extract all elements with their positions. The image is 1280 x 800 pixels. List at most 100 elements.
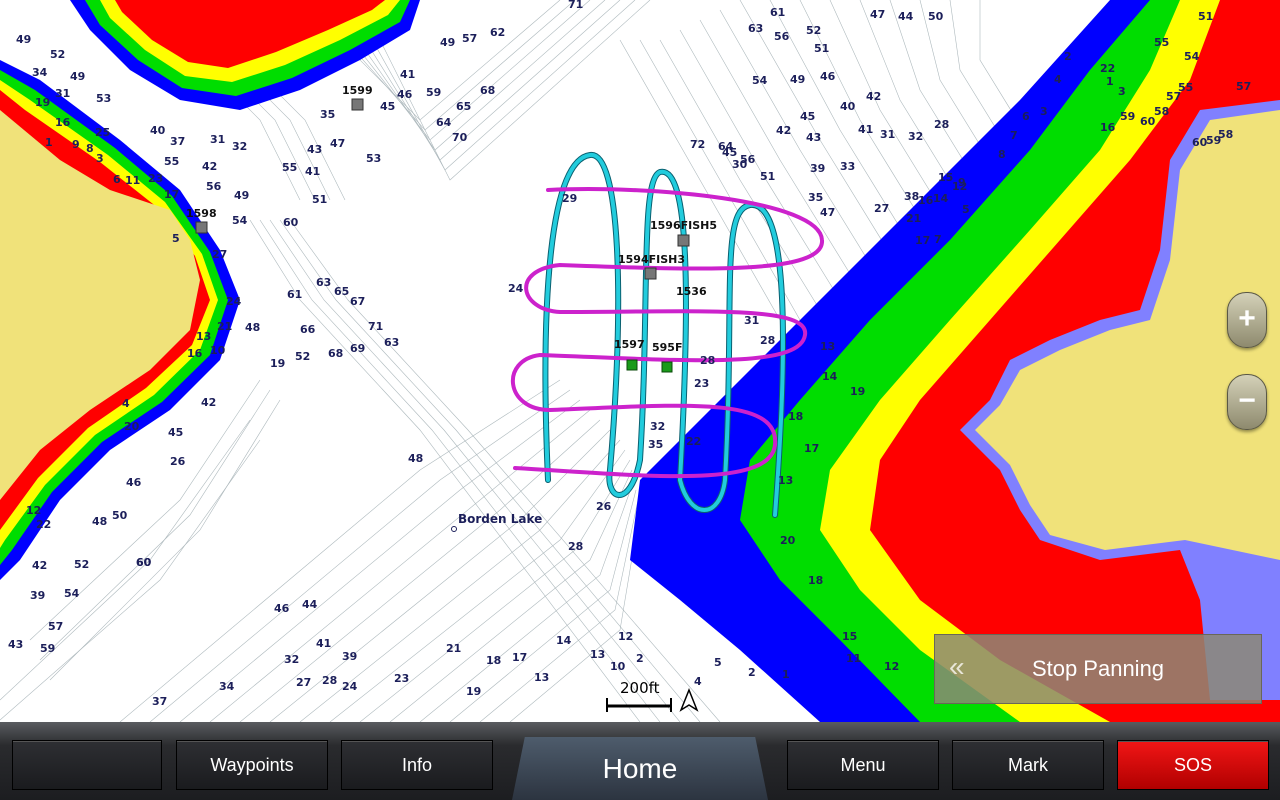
depth-sounding: 23	[148, 172, 163, 185]
depth-sounding: 34	[219, 680, 235, 693]
depth-sounding: 47	[330, 137, 345, 150]
waypoint-marker-1594fish3[interactable]	[644, 267, 657, 280]
depth-sounding: 9	[958, 176, 966, 189]
depth-sounding: 60	[136, 556, 152, 569]
depth-sounding: 11	[125, 174, 140, 187]
depth-sounding: 26	[170, 455, 186, 468]
mark-button[interactable]: Mark	[952, 740, 1104, 790]
depth-sounding: 64	[436, 116, 452, 129]
depth-sounding: 70	[452, 131, 468, 144]
depth-sounding: 59	[40, 642, 55, 655]
depth-sounding: 51	[312, 193, 327, 206]
blank-soft-key[interactable]	[12, 740, 162, 790]
waypoint-label: 1596FISH5	[650, 219, 717, 232]
depth-sounding: 19	[270, 357, 285, 370]
depth-sounding: 35	[320, 108, 335, 121]
depth-sounding: 39	[810, 162, 825, 175]
waypoint-marker-1598[interactable]	[195, 221, 208, 234]
depth-sounding: 56	[206, 180, 222, 193]
depth-sounding: 55	[282, 161, 297, 174]
depth-sounding: 5	[714, 656, 722, 669]
zoom-in-button[interactable]: +	[1227, 292, 1267, 348]
waypoint-marker-595f[interactable]	[661, 361, 673, 373]
sos-label: SOS	[1173, 754, 1212, 775]
depth-sounding: 72	[690, 138, 705, 151]
home-button[interactable]: Home	[512, 737, 768, 800]
depth-sounding: 12	[26, 504, 41, 517]
depth-sounding: 41	[316, 637, 331, 650]
depth-sounding: 42	[776, 124, 791, 137]
waypoint-marker-1596fish5[interactable]	[677, 234, 690, 247]
depth-sounding: 9	[72, 138, 80, 151]
depth-sounding: 32	[284, 653, 299, 666]
chart-canvas[interactable]: 1599 1598 1596FISH5 1594FISH3 1536 1597 …	[0, 0, 1280, 722]
waypoint-label: 595F	[652, 341, 682, 354]
sos-button[interactable]: SOS	[1117, 740, 1269, 790]
depth-sounding: 40	[150, 124, 166, 137]
waypoint-label: 1598	[186, 207, 217, 220]
depth-sounding: 31	[210, 133, 225, 146]
scale-bar: 200ft	[606, 679, 672, 712]
waypoints-button[interactable]: Waypoints	[176, 740, 328, 790]
menu-button[interactable]: Menu	[787, 740, 939, 790]
depth-sounding: 16	[55, 116, 71, 129]
info-button[interactable]: Info	[341, 740, 493, 790]
depth-sounding: 41	[400, 68, 415, 81]
depth-sounding: 46	[126, 476, 142, 489]
depth-sounding: 24	[342, 680, 358, 693]
depth-sounding: 57	[462, 32, 477, 45]
depth-sounding: 61	[770, 6, 785, 19]
depth-sounding: 15	[842, 630, 857, 643]
depth-sounding: 17	[915, 234, 930, 247]
depth-sounding: 59	[1120, 110, 1135, 123]
depth-sounding: 50	[928, 10, 944, 23]
place-marker	[451, 526, 457, 532]
depth-sounding: 58	[1218, 128, 1233, 141]
depth-sounding: 37	[152, 695, 167, 708]
depth-sounding: 54	[232, 214, 248, 227]
waypoint-label: 1536	[676, 285, 707, 298]
depth-sounding: 14	[556, 634, 572, 647]
depth-sounding: 49	[70, 70, 85, 83]
depth-sounding: 23	[694, 377, 709, 390]
depth-sounding: 55	[1178, 81, 1193, 94]
depth-sounding: 6	[113, 173, 121, 186]
zoom-out-button[interactable]: −	[1227, 374, 1267, 430]
chart-map[interactable]: 1599 1598 1596FISH5 1594FISH3 1536 1597 …	[0, 0, 1280, 722]
waypoint-marker-1597[interactable]	[626, 359, 638, 371]
depth-sounding: 39	[30, 589, 45, 602]
waypoint-marker-1599[interactable]	[351, 98, 364, 111]
mark-label: Mark	[1008, 754, 1048, 775]
depth-sounding: 8	[998, 148, 1006, 161]
depth-sounding: 42	[866, 90, 881, 103]
depth-sounding: 52	[50, 48, 65, 61]
depth-sounding: 8	[86, 142, 94, 155]
depth-sounding: 19	[35, 96, 50, 109]
depth-sounding: 26	[596, 500, 612, 513]
depth-sounding: 50	[112, 509, 128, 522]
depth-sounding: 29	[562, 192, 577, 205]
stop-panning-label: Stop Panning	[1031, 656, 1165, 681]
depth-sounding: 46	[274, 602, 290, 615]
depth-sounding: 18	[486, 654, 501, 667]
depth-sounding: 43	[806, 131, 821, 144]
depth-sounding: 63	[748, 22, 763, 35]
depth-sounding: 71	[568, 0, 583, 11]
depth-sounding: 11	[846, 652, 861, 665]
depth-sounding: 53	[366, 152, 381, 165]
depth-sounding: 20	[124, 420, 140, 433]
depth-sounding: 41	[305, 165, 320, 178]
depth-sounding: 16	[187, 347, 203, 360]
depth-sounding: 7	[934, 233, 942, 246]
depth-sounding: 20	[780, 534, 796, 547]
depth-sounding: 69	[350, 342, 365, 355]
depth-sounding: 13	[778, 474, 793, 487]
depth-sounding: 48	[245, 321, 260, 334]
depth-sounding: 54	[1184, 50, 1200, 63]
depth-sounding: 45	[800, 110, 815, 123]
depth-sounding: 63	[316, 276, 331, 289]
depth-sounding: 13	[820, 340, 835, 353]
depth-sounding: 32	[650, 420, 665, 433]
stop-panning-button[interactable]: « Stop Panning	[934, 634, 1262, 704]
depth-sounding: 1	[45, 136, 53, 149]
